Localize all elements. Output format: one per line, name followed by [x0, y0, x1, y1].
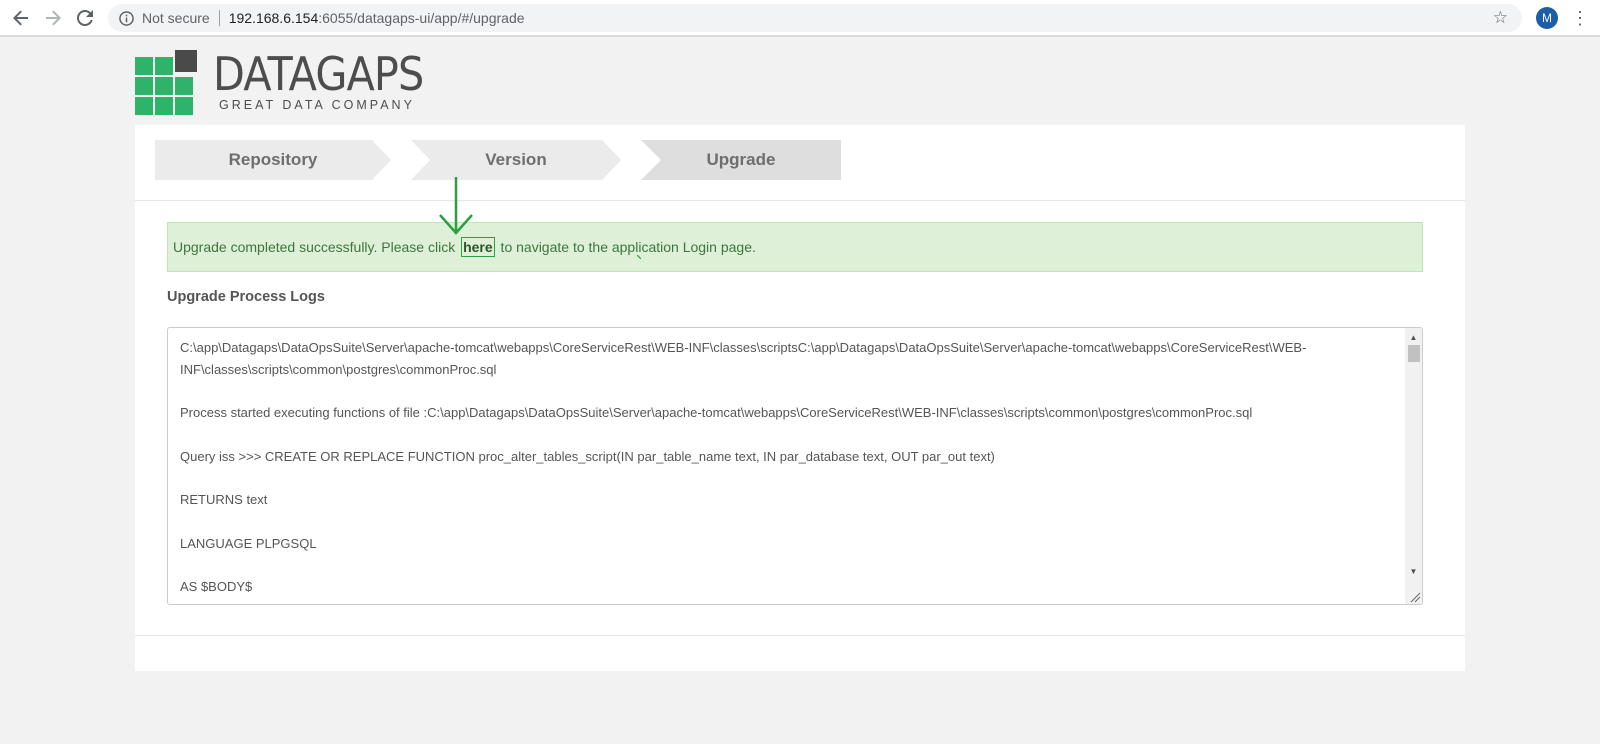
url-path: :6055/datagaps-ui/app/#/upgrade — [318, 10, 525, 26]
address-bar[interactable]: Not secure 192.168.6.154:6055/datagaps-u… — [108, 4, 1522, 32]
logo-name: DATAGAPS — [213, 47, 424, 101]
reload-icon[interactable] — [73, 6, 97, 30]
log-line: Query iss >>> CREATE OR REPLACE FUNCTION… — [180, 448, 995, 464]
logs-scrollbar[interactable]: ▲ ▼ — [1405, 328, 1422, 604]
forward-arrow-icon[interactable] — [41, 6, 65, 30]
omnibox-separator — [218, 10, 220, 26]
annotation-arrow-icon — [439, 177, 473, 235]
wizard-step-version[interactable]: Version — [411, 140, 621, 180]
log-line: RETURNS text — [180, 492, 268, 507]
scroll-up-arrow-icon[interactable]: ▲ — [1405, 330, 1422, 344]
logo-tagline: GREAT DATA COMPANY — [219, 98, 415, 112]
resize-grip-icon[interactable] — [1409, 591, 1421, 603]
wizard-steps: Repository Version Upgrade — [155, 140, 855, 180]
log-line: LANGUAGE PLPGSQL — [180, 535, 317, 551]
logs-content: C:\app\Datagaps\DataOpsSuite\Server\apac… — [180, 337, 1390, 604]
profile-avatar[interactable]: M — [1536, 7, 1558, 29]
logo-grid-icon — [135, 50, 201, 116]
panel-footer-divider — [135, 635, 1465, 636]
alert-text-before: Upgrade completed successfully. Please c… — [173, 239, 460, 255]
cursor-mark-icon — [637, 255, 641, 259]
wizard-step-repository[interactable]: Repository — [155, 140, 391, 180]
success-alert: Upgrade completed successfully. Please c… — [167, 222, 1423, 272]
info-icon[interactable] — [118, 10, 134, 26]
upgrade-panel: Repository Version Upgrade Upgrade compl… — [135, 125, 1465, 671]
menu-dots-icon[interactable]: ⋮ — [1571, 6, 1589, 30]
security-label: Not secure — [142, 10, 210, 26]
back-arrow-icon[interactable] — [9, 6, 33, 30]
wizard-step-upgrade[interactable]: Upgrade — [641, 140, 841, 180]
scroll-down-arrow-icon[interactable]: ▼ — [1405, 564, 1422, 578]
logs-title: Upgrade Process Logs — [167, 289, 325, 305]
log-line: Process started executing functions of f… — [180, 405, 1253, 420]
browser-toolbar: Not secure 192.168.6.154:6055/datagaps-u… — [0, 0, 1600, 37]
log-line: AS $BODY$ — [180, 579, 253, 594]
scroll-thumb[interactable] — [1408, 345, 1420, 362]
login-here-link[interactable]: here — [461, 237, 495, 257]
datagaps-logo: DATAGAPS GREAT DATA COMPANY — [135, 47, 435, 116]
alert-text-after: to navigate to the application Login pag… — [496, 239, 756, 255]
url-host: 192.168.6.154 — [228, 10, 319, 26]
logs-textarea[interactable]: C:\app\Datagaps\DataOpsSuite\Server\apac… — [167, 327, 1423, 605]
star-icon[interactable]: ☆ — [1493, 9, 1508, 27]
wizard-divider — [135, 200, 1465, 201]
log-line: C:\app\Datagaps\DataOpsSuite\Server\apac… — [180, 340, 1307, 377]
